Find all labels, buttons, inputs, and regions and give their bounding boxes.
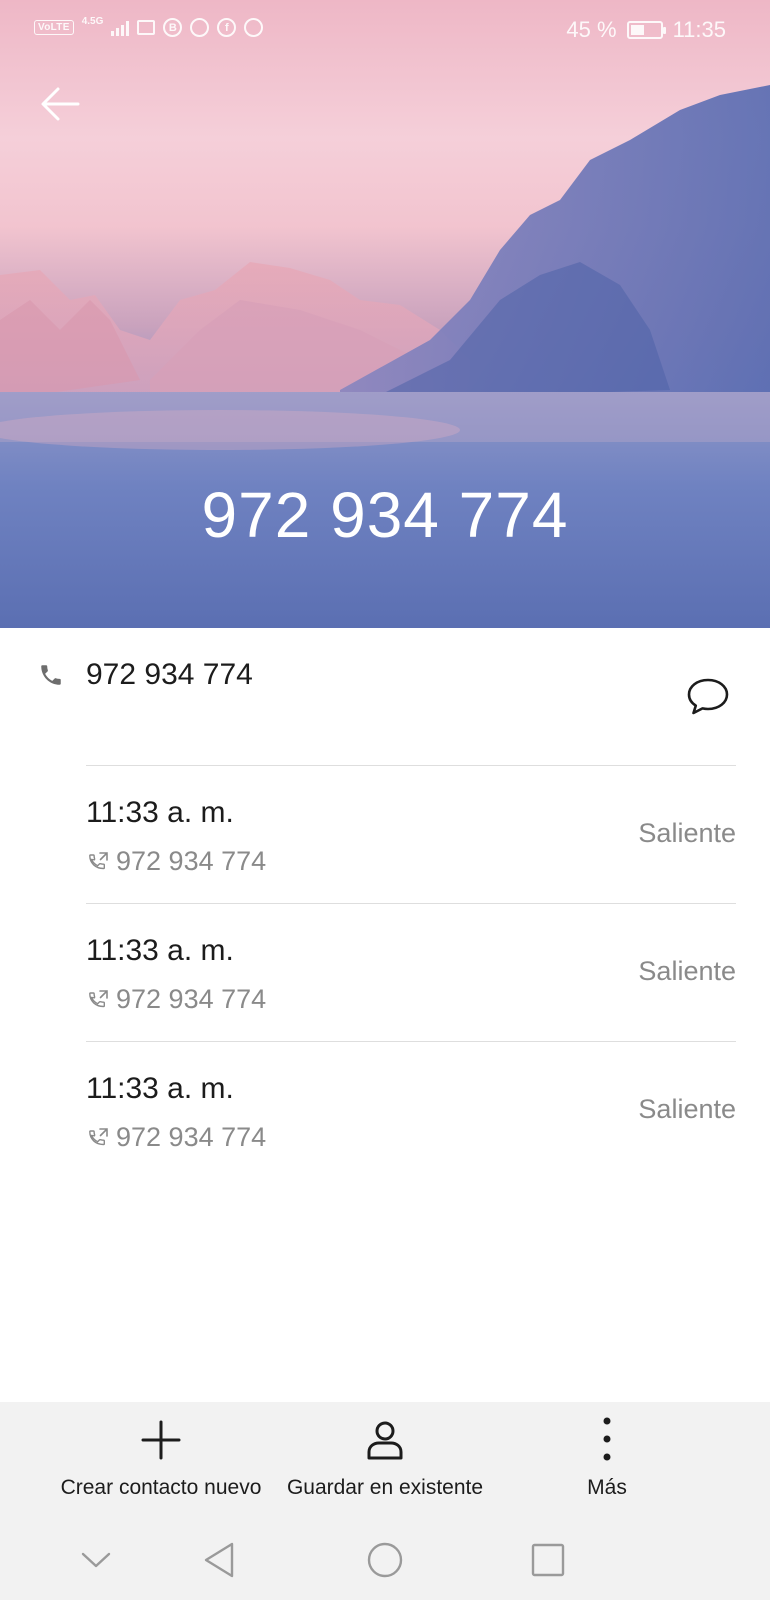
call-detail: 972 934 774 — [86, 846, 266, 877]
call-entry[interactable]: 11:33 a. m. 972 934 774 Saliente — [86, 765, 736, 903]
call-type: Saliente — [638, 1094, 736, 1124]
message-icon[interactable] — [684, 672, 732, 720]
phone-number: 972 934 774 — [86, 658, 253, 691]
battery-percent: 45 % — [566, 17, 617, 42]
back-triangle-icon[interactable] — [198, 1538, 242, 1582]
recents-square-icon[interactable] — [526, 1538, 570, 1582]
outgoing-call-icon — [89, 851, 108, 869]
call-number: 972 934 774 — [116, 846, 267, 876]
create-contact-label: Crear contacto nuevo — [60, 1476, 262, 1499]
chevron-down-icon[interactable] — [74, 1538, 118, 1582]
call-detail: 972 934 774 — [86, 1122, 266, 1153]
call-number: 972 934 774 — [116, 1122, 267, 1152]
status-bar: VoLTE 4.5G B f 45 % 11:35 — [0, 0, 770, 62]
message-notification-icon — [137, 20, 156, 35]
call-number: 972 934 774 — [116, 984, 267, 1014]
call-entry[interactable]: 11:33 a. m. 972 934 774 Saliente — [86, 903, 736, 1041]
call-type: Saliente — [638, 818, 736, 848]
status-right: 45 % 11:35 — [566, 17, 726, 43]
more-label: Más — [587, 1476, 627, 1499]
game-icon — [244, 18, 264, 37]
call-detail: 972 934 774 — [86, 984, 266, 1015]
battery-icon — [626, 21, 666, 39]
arrow-left-icon[interactable] — [36, 80, 84, 128]
call-entry[interactable]: 11:33 a. m. 972 934 774 Saliente — [86, 1041, 736, 1179]
home-circle-icon[interactable] — [363, 1538, 407, 1582]
status-time: 11:35 — [672, 17, 726, 42]
more-vertical-icon — [603, 1417, 611, 1461]
call-time: 11:33 a. m. — [86, 796, 234, 829]
more-button[interactable]: Más — [492, 1416, 722, 1512]
outgoing-call-icon — [89, 989, 108, 1007]
save-existing-button[interactable]: Guardar en existente — [270, 1416, 500, 1512]
volte-icon: VoLTE — [34, 20, 74, 35]
phone-icon — [41, 665, 61, 685]
b-app-icon: B — [163, 18, 183, 37]
call-time: 11:33 a. m. — [86, 1072, 234, 1105]
call-history-list: 11:33 a. m. 972 934 774 Saliente 11:33 a… — [86, 765, 736, 1179]
contact-title: 972 934 774 — [201, 479, 569, 551]
person-icon — [367, 1421, 403, 1460]
header-banner: VoLTE 4.5G B f 45 % 11:35 972 934 774 — [0, 0, 770, 628]
status-icons: VoLTE 4.5G B f — [34, 16, 264, 37]
network-type-label: 4.5G — [81, 16, 104, 27]
navigation-bar — [0, 1520, 770, 1600]
chat-bubble-icon — [190, 18, 210, 37]
call-type: Saliente — [638, 956, 736, 986]
save-existing-label: Guardar en existente — [286, 1476, 484, 1499]
facebook-icon: f — [217, 18, 237, 37]
outgoing-call-icon — [89, 1127, 108, 1145]
signal-icon — [111, 20, 130, 36]
bottom-action-bar: Crear contacto nuevo Guardar en existent… — [0, 1402, 770, 1520]
phone-number-row[interactable]: 972 934 774 — [0, 628, 770, 766]
create-contact-button[interactable]: Crear contacto nuevo — [46, 1416, 276, 1512]
call-time: 11:33 a. m. — [86, 934, 234, 967]
plus-icon — [141, 1420, 181, 1460]
